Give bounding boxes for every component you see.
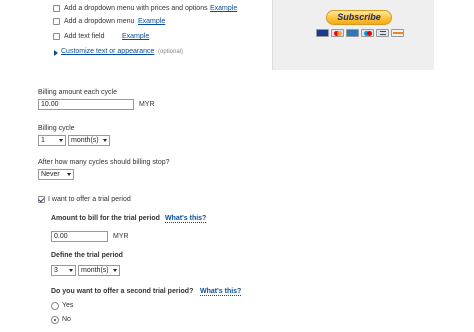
billing-currency: MYR <box>139 101 155 108</box>
trial-period-unit-value: month(s) <box>81 267 109 274</box>
trial-period-number-value: 3 <box>54 267 58 274</box>
trial-period-label: I want to offer a trial period <box>48 196 131 203</box>
maestro-red-circle <box>367 31 372 36</box>
second-trial-yes-label: Yes <box>62 302 74 309</box>
trial-period-unit-select[interactable]: month(s) <box>78 265 120 276</box>
expand-arrow-icon[interactable] <box>54 50 58 56</box>
visa-card-icon <box>316 29 329 37</box>
second-trial-no-radio[interactable] <box>51 316 59 324</box>
maestro-card-icon <box>361 29 374 37</box>
billing-cycle-label: Billing cycle <box>38 125 75 132</box>
second-trial-no-label: No <box>62 316 71 323</box>
chevron-down-icon <box>113 269 117 272</box>
discover-stripe <box>393 32 403 34</box>
dropdown-prices-checkbox[interactable] <box>53 5 60 12</box>
second-trial-yes-radio[interactable] <box>51 302 59 310</box>
dropdown-label: Add a dropdown menu <box>64 18 135 25</box>
billing-cycle-unit-select[interactable]: month(s) <box>68 135 110 146</box>
second-trial-help-link[interactable]: What's this? <box>200 288 242 296</box>
trial-amount-label: Amount to bill for the trial period <box>51 215 160 222</box>
text-field-example-link[interactable]: Example <box>122 33 149 40</box>
dropdown-prices-label: Add a dropdown menu with prices and opti… <box>64 5 208 12</box>
trial-period-number-select[interactable]: 3 <box>51 265 76 276</box>
billing-stop-label: After how many cycles should billing sto… <box>38 159 170 166</box>
trial-define-label: Define the trial period <box>51 252 123 259</box>
customize-link[interactable]: Customize text or appearance <box>61 48 154 55</box>
text-field-checkbox[interactable] <box>53 33 60 40</box>
dropdown-checkbox[interactable] <box>53 18 60 25</box>
trial-period-checkbox[interactable] <box>38 196 45 203</box>
billing-cycle-unit-value: month(s) <box>71 137 99 144</box>
customize-optional-note: (optional) <box>158 49 184 55</box>
amex-card-icon <box>346 29 359 37</box>
dropdown-prices-example-link[interactable]: Example <box>210 5 237 12</box>
bank-columns <box>380 31 386 35</box>
second-trial-label: Do you want to offer a second trial peri… <box>51 288 194 295</box>
billing-amount-label: Billing amount each cycle <box>38 89 117 96</box>
text-field-label: Add text field <box>64 33 105 40</box>
billing-cycle-number-value: 1 <box>41 137 45 144</box>
chevron-down-icon <box>59 139 63 142</box>
discover-card-icon <box>391 29 404 37</box>
dropdown-example-link[interactable]: Example <box>138 18 165 25</box>
bank-icon <box>376 29 389 37</box>
billing-stop-value: Never <box>41 171 60 178</box>
trial-amount-input[interactable]: 0.00 <box>51 231 108 242</box>
trial-currency: MYR <box>113 233 129 240</box>
mastercard-icon <box>331 29 344 37</box>
billing-cycle-number-select[interactable]: 1 <box>38 135 66 146</box>
trial-amount-help-link[interactable]: What's this? <box>165 215 207 223</box>
chevron-down-icon <box>69 269 73 272</box>
chevron-down-icon <box>103 139 107 142</box>
billing-stop-select[interactable]: Never <box>38 169 74 180</box>
subscribe-button[interactable]: Subscribe <box>326 10 392 25</box>
mastercard-orange-circle <box>337 31 342 36</box>
billing-amount-input[interactable]: 10.00 <box>38 99 134 110</box>
chevron-down-icon <box>67 173 71 176</box>
